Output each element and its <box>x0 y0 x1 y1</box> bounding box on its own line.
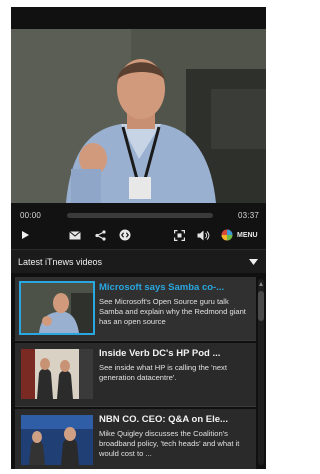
scrollbar-thumb[interactable] <box>258 291 264 321</box>
play-icon <box>22 231 29 239</box>
playlist-item-title: Microsoft says Samba co-... <box>99 282 225 293</box>
playlist-scrollbar[interactable] <box>258 279 264 465</box>
share-icon <box>94 229 106 241</box>
menu-button[interactable] <box>219 227 235 243</box>
mail-icon <box>69 230 81 239</box>
volume-button[interactable] <box>195 227 211 243</box>
video-thumbnail <box>19 281 95 335</box>
video-thumbnail <box>21 415 93 465</box>
control-bar: 00:00 03:37 MENU <box>11 203 266 249</box>
menu-icon <box>221 229 233 241</box>
play-button[interactable] <box>17 227 33 243</box>
playlist-item[interactable]: Microsoft says Samba co-... See Microsof… <box>15 277 256 341</box>
video-player: 00:00 03:37 MENU Latest iTnews videos Mi… <box>11 7 266 469</box>
playlist-item[interactable]: NBN CO. CEO: Q&A on Ele... Mike Quigley … <box>15 409 256 469</box>
total-time: 03:37 <box>237 211 259 220</box>
fullscreen-icon <box>173 229 185 241</box>
embed-icon <box>119 229 131 241</box>
seek-bar[interactable] <box>67 213 213 218</box>
email-button[interactable] <box>67 227 83 243</box>
share-button[interactable] <box>92 227 108 243</box>
video-frame[interactable] <box>11 29 266 203</box>
playlist-item[interactable]: Inside Verb DC's HP Pod ... See inside w… <box>15 343 256 407</box>
video-thumbnail <box>21 349 93 399</box>
playlist-item-title: Inside Verb DC's HP Pod ... <box>99 348 221 359</box>
playlist-item-description: See inside what HP is calling the 'next … <box>99 363 227 382</box>
playlist-item-description: See Microsoft's Open Source guru talk Sa… <box>99 297 246 326</box>
playlist-header[interactable]: Latest iTnews videos <box>11 249 266 273</box>
fullscreen-button[interactable] <box>171 227 187 243</box>
playlist-item-description: Mike Quigley discusses the Coalition's b… <box>99 429 240 458</box>
volume-icon <box>197 230 209 240</box>
embed-button[interactable] <box>117 227 133 243</box>
video-picture <box>11 29 266 203</box>
playlist: Microsoft says Samba co-... See Microsof… <box>11 273 266 469</box>
chevron-down-icon[interactable] <box>249 259 258 265</box>
playlist-item-title: NBN CO. CEO: Q&A on Ele... <box>99 414 228 425</box>
playlist-title: Latest iTnews videos <box>18 257 103 267</box>
menu-label[interactable]: MENU <box>237 232 258 239</box>
current-time: 00:00 <box>20 211 42 220</box>
scroll-up-icon[interactable] <box>259 282 263 286</box>
